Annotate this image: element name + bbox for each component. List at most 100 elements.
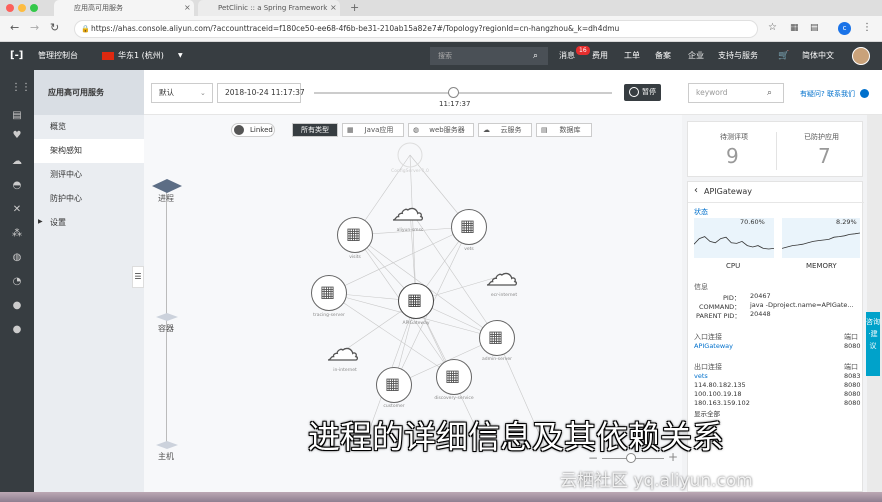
search-icon[interactable]: ⌕ [767,84,772,102]
app-node-icon: ▦ [320,282,336,301]
lock-icon: 🔒 [81,25,90,33]
chevron-down-icon: ▼ [178,52,183,59]
node-discovery-service[interactable]: ▦ [436,359,472,395]
time-slider-handle[interactable] [448,87,459,98]
pause-button[interactable]: 暂停 [624,84,661,101]
node-vets[interactable]: ▦ [451,209,487,245]
message-count-badge: 16 [576,46,590,55]
outbound-port: 8080 [844,399,861,407]
more-icon[interactable]: ⋮ [862,21,872,35]
protected-value[interactable]: 7 [818,144,831,168]
node-aliyun-smsc[interactable]: ☁ [391,189,428,228]
globe-icon[interactable]: ◍ [11,252,23,264]
browser-tab-active[interactable]: 应用高可用服务 [54,0,194,16]
node-ecr-internet[interactable]: ☁ [485,254,522,293]
bookmark-star-icon[interactable]: ☆ [768,21,777,35]
menu-item-protection[interactable]: 防护中心 [34,187,144,211]
grid-icon[interactable]: ⋮⋮ [11,82,31,94]
port-label: 端口 [844,363,858,371]
menu-item-overview[interactable]: 概览 [34,115,144,139]
menu-item-settings[interactable]: 设置 [34,211,144,235]
browser-tab[interactable]: PetClinic :: a Spring Framework [198,0,340,16]
node-customer[interactable]: ▦ [376,367,412,403]
outbound-link[interactable]: 180.163.159.102 [694,399,750,407]
cluster-icon[interactable]: ⁂ [11,228,23,240]
aliyun-logo-icon[interactable]: [-] [10,42,23,70]
detail-node-name: APIGateway [704,187,752,196]
node-in-internet[interactable]: ☁ [326,329,363,368]
help-link[interactable]: 有疑问? 联系我们 [800,89,855,99]
feedback-side-tab[interactable]: 咨询·建议 [866,312,880,376]
profile-avatar[interactable]: c [838,22,851,35]
new-tab-icon[interactable]: + [350,0,359,16]
datetime-input[interactable]: 2018-10-24 11:17:37 [217,83,305,103]
node-apigateway[interactable]: ▦ [398,283,434,319]
user-avatar[interactable] [852,47,870,65]
circle-icon[interactable]: ● [11,300,23,312]
macos-dock [0,492,882,502]
node-tracing-server[interactable]: ▦ [311,275,347,311]
gauge-icon[interactable]: ◔ [11,276,23,288]
app-node-icon: ▦ [445,366,461,385]
shield-icon[interactable]: ♥ [11,130,23,142]
minimize-window-icon[interactable] [18,4,26,12]
time-slider-track[interactable] [314,92,612,94]
close-tab-icon[interactable]: × [184,0,191,16]
server-icon[interactable]: ▤ [11,110,23,122]
close-tab-icon[interactable]: × [330,0,337,16]
nav-icp[interactable]: 备案 [655,42,671,70]
close-window-icon[interactable] [6,4,14,12]
menu-item-topology[interactable]: 架构感知 [34,139,144,163]
url-text: https://ahas.console.aliyun.com/?account… [91,24,620,33]
protected-label: 已防护应用 [804,133,839,141]
nav-support[interactable]: 支持与服务 [718,42,758,70]
node-label: tracing-server [313,313,345,318]
back-chevron-icon[interactable]: ‹ [694,185,698,196]
menu-item-evaluation[interactable]: 测评中心 [34,163,144,187]
parent-pid-value: 20448 [750,310,771,318]
datetime-value: 2018-10-24 11:17:37 [225,88,305,97]
china-flag-icon [102,52,114,60]
inbound-label: 入口连接 [694,333,722,341]
nav-billing[interactable]: 费用 [592,42,608,70]
view-select[interactable]: 默认 ⌄ [151,83,213,103]
nav-tickets[interactable]: 工单 [624,42,640,70]
outbound-port: 8083 [844,372,861,380]
service-menu: 应用高可用服务 概览 架构感知 测评中心 防护中心 ▶ 设置 ☰ [34,70,144,492]
outbound-link[interactable]: 100.100.19.18 [694,390,742,398]
node-visits[interactable]: ▦ [337,217,373,253]
outbound-link[interactable]: 114.80.182.135 [694,381,746,389]
outbound-link[interactable]: vets [694,372,708,380]
pending-value[interactable]: 9 [726,144,739,168]
console-link[interactable]: 管理控制台 [38,42,78,70]
region-selector[interactable]: 华东1 (杭州) [118,42,164,70]
inbound-link[interactable]: APIGateway [694,342,733,350]
reload-icon[interactable]: ↻ [50,21,59,35]
keyword-input[interactable]: keyword ⌕ [688,83,784,103]
forward-icon[interactable]: → [30,21,39,35]
tools-icon[interactable]: ✕ [11,204,23,216]
language-selector[interactable]: 简体中文 [802,42,834,70]
cpu-value: 70.60% [740,218,765,226]
back-icon[interactable]: ← [10,21,19,35]
node-label: vets [464,247,474,252]
collapse-menu-icon[interactable]: ☰ [132,266,144,288]
cart-icon[interactable]: 🛒 [778,42,789,70]
node-admin-server[interactable]: ▦ [479,320,515,356]
monitor-icon[interactable]: ◓ [11,180,23,192]
maximize-window-icon[interactable] [30,4,38,12]
address-bar[interactable]: 🔒 https://ahas.console.aliyun.com/?accou… [74,20,758,38]
console-search-input[interactable]: 搜索 [430,47,548,65]
help-icon[interactable] [860,89,869,98]
nav-enterprise[interactable]: 企业 [688,42,704,70]
messages-link[interactable]: 消息 [559,42,575,70]
extension-icon[interactable]: ▦ [790,21,799,35]
keyword-placeholder: keyword [696,88,728,97]
cloud-icon[interactable]: ☁ [11,156,23,168]
extension-icon[interactable]: ▤ [810,21,819,35]
cloud-icon: ☁ [485,254,518,293]
app-node-icon: ▦ [407,290,423,309]
search-icon[interactable]: ⌕ [533,42,538,70]
circle-icon[interactable]: ● [11,324,23,336]
cpu-line [693,236,775,250]
